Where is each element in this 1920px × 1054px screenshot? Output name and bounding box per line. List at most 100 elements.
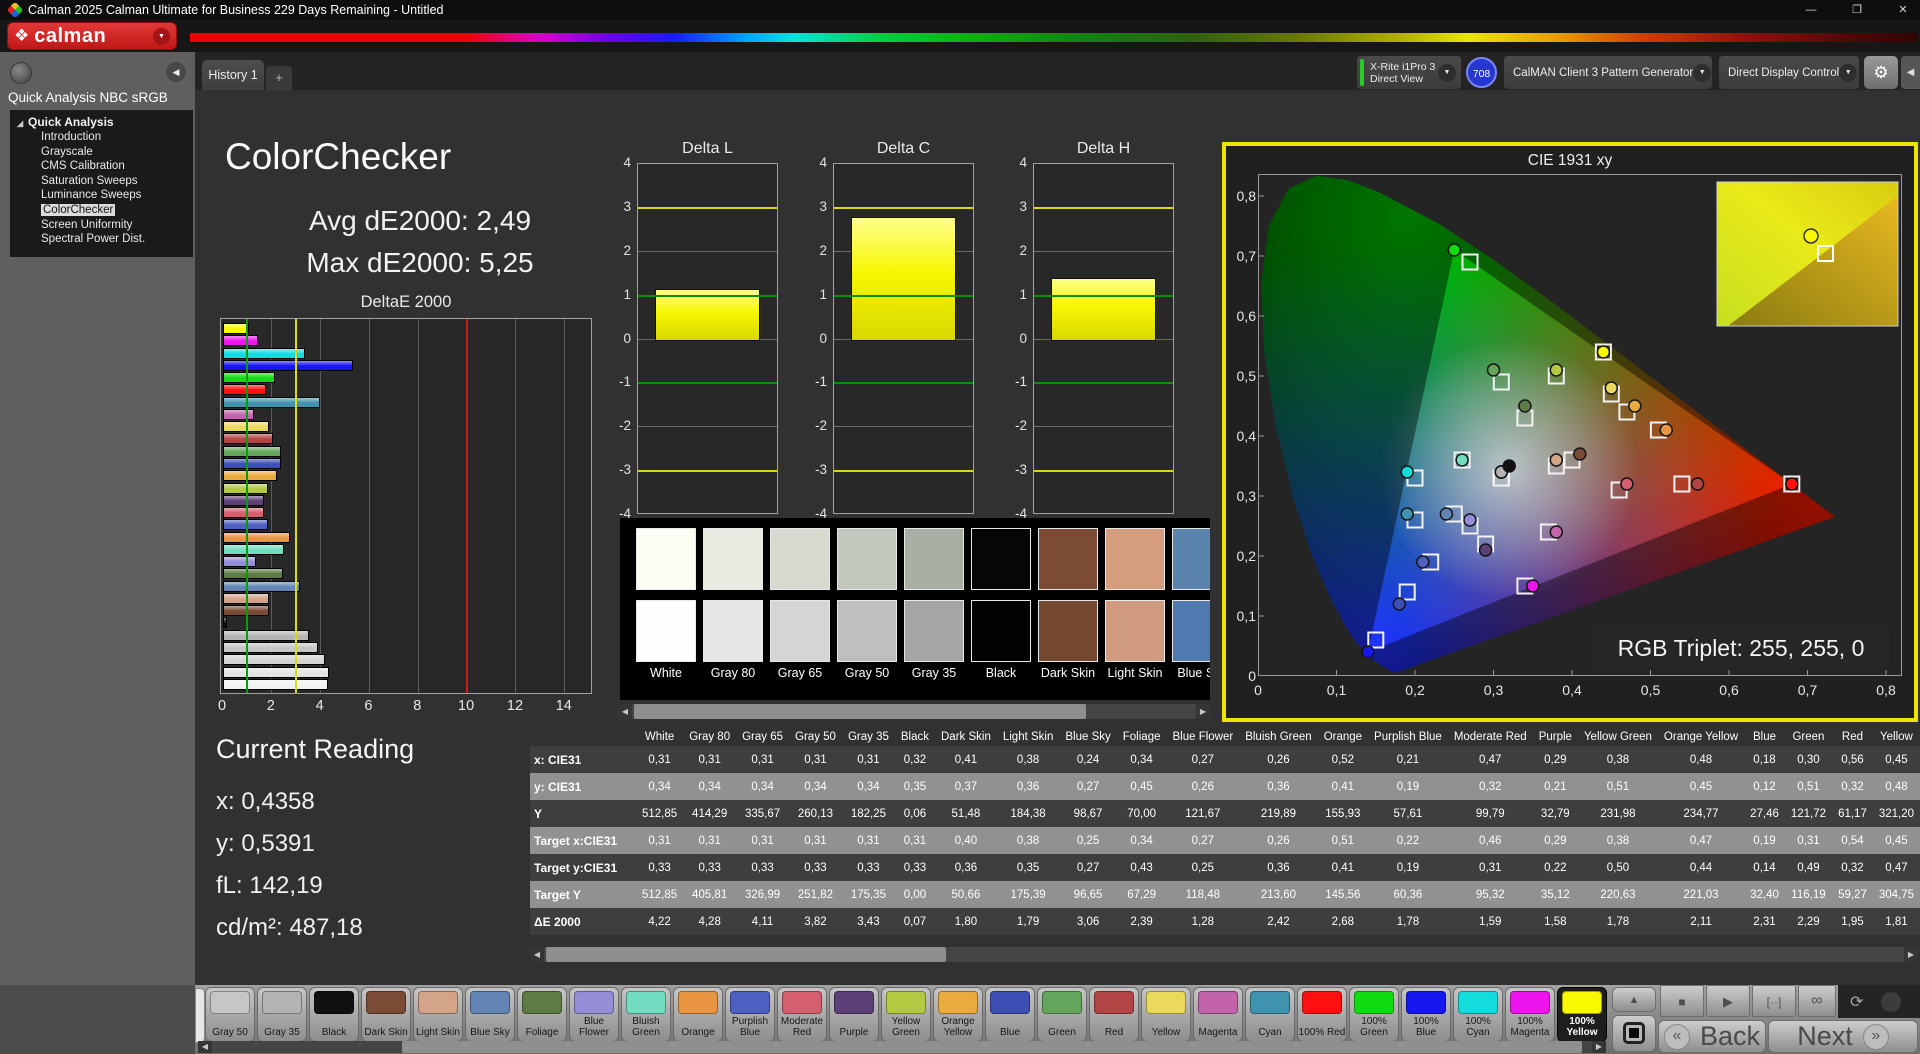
de-bar-gray-80 — [223, 666, 330, 678]
patch-button-cyan[interactable]: Cyan — [1245, 987, 1295, 1042]
patch-button-100-magenta[interactable]: 100% Magenta — [1505, 987, 1555, 1042]
table-row: Target x:CIE31 0,31 0,31 0,31 0,31 0,31 0,31 0,… — [530, 827, 1920, 854]
y-tick-label: 1 — [819, 286, 827, 302]
patch-button-100-red[interactable]: 100% Red — [1297, 987, 1347, 1042]
patch-button-moderate-red[interactable]: Moderate Red — [777, 987, 827, 1042]
patch-button-100-cyan[interactable]: 100% Cyan — [1453, 987, 1503, 1042]
sidebar: ◀ Quick Analysis NBC sRGB ◢ Quick Analys… — [0, 52, 195, 985]
scroll-right-icon[interactable]: ▶ — [1196, 704, 1210, 719]
tab-history-1[interactable]: History 1 — [202, 60, 264, 90]
chevron-down-icon[interactable]: ▼ — [1693, 63, 1712, 82]
next-button[interactable]: Next » — [1768, 1020, 1918, 1053]
warning-line-yellow — [834, 470, 973, 473]
table-scrollbar[interactable]: ◀ ▶ — [530, 947, 1918, 962]
patch-color-swatch — [314, 991, 354, 1014]
scroll-left-icon[interactable]: ◀ — [618, 704, 632, 719]
patch-button-bluish-green[interactable]: Bluish Green — [621, 987, 671, 1042]
patch-button-green[interactable]: Green — [1037, 987, 1087, 1042]
collapse-panel-icon[interactable]: ◀ — [1901, 56, 1920, 89]
scroll-right-icon[interactable]: ▶ — [1904, 947, 1918, 962]
column-header: Bluish Green — [1245, 731, 1312, 743]
patch-button-purplish-blue[interactable]: Purplish Blue — [725, 987, 775, 1042]
pattern-step-icon[interactable]: [··] — [1752, 985, 1796, 1017]
gear-icon[interactable]: ⚙ — [1864, 56, 1898, 89]
pattern-generator-dropdown[interactable]: CalMAN Client 3 Pattern Generator ▼ — [1504, 56, 1712, 89]
restore-icon[interactable]: ❐ — [1836, 0, 1878, 20]
patch-label: Magenta — [1198, 1026, 1238, 1038]
sidebar-item-introduction[interactable]: Introduction — [41, 130, 193, 145]
patch-button-orange-yellow[interactable]: Orange Yellow — [933, 987, 983, 1042]
expander-icon[interactable]: ◢ — [17, 116, 23, 131]
sidebar-collapse-icon[interactable]: ◀ — [166, 62, 186, 82]
stop-icon[interactable]: ■ — [1660, 985, 1704, 1017]
window-title: Calman 2025 Calman Ultimate for Business… — [28, 3, 444, 17]
table-cell: 0,33 — [636, 854, 684, 881]
patch-button-yellow[interactable]: Yellow — [1141, 987, 1191, 1042]
patch-label: Yellow — [1151, 1026, 1181, 1038]
patch-button-yellow-green[interactable]: Yellow Green — [881, 987, 931, 1042]
pattern-window-button[interactable] — [1612, 1015, 1656, 1052]
pattern-scrollbar[interactable]: ◀ ▶ — [198, 1041, 1606, 1053]
calman-menu-button[interactable]: ❖ calman ▼ — [7, 22, 177, 50]
gridline — [515, 319, 517, 693]
patch-button-gray-35[interactable]: Gray 35 — [257, 987, 307, 1042]
sidebar-item-colorchecker[interactable]: ColorChecker — [41, 203, 193, 218]
sidebar-item-saturation-sweeps[interactable]: Saturation Sweeps — [41, 174, 193, 189]
patch-button-foliage[interactable]: Foliage — [517, 987, 567, 1042]
sidebar-item-cms-calibration[interactable]: CMS Calibration — [41, 159, 193, 174]
patch-button-orange[interactable]: Orange — [673, 987, 723, 1042]
pattern-up-icon[interactable]: ▲ — [1612, 987, 1656, 1012]
chevron-down-icon[interactable]: ▼ — [153, 27, 170, 45]
patch-button-magenta[interactable]: Magenta — [1193, 987, 1243, 1042]
chevron-down-icon[interactable]: ▼ — [1438, 63, 1456, 82]
patch-button-blue-flower[interactable]: Blue Flower — [569, 987, 619, 1042]
de-bar-green — [223, 445, 281, 457]
patch-button-purple[interactable]: Purple — [829, 987, 879, 1042]
patch-button-gray-50[interactable]: Gray 50 — [205, 987, 255, 1042]
sidebar-item-grayscale[interactable]: Grayscale — [41, 145, 193, 160]
back-button[interactable]: « Back — [1658, 1020, 1766, 1053]
sidebar-item-luminance-sweeps[interactable]: Luminance Sweeps — [41, 188, 193, 203]
patch-button-blue[interactable]: Blue — [985, 987, 1035, 1042]
patch-button-black[interactable]: Black — [309, 987, 359, 1042]
tree-root-quick-analysis[interactable]: ◢ Quick Analysis — [17, 115, 193, 130]
chevron-down-icon[interactable]: ▼ — [1839, 63, 1858, 82]
swatch-scrollbar[interactable]: ◀ ▶ — [618, 704, 1210, 719]
continuous-measure-icon[interactable]: ∞ — [1798, 985, 1836, 1017]
patch-button-dark-skin[interactable]: Dark Skin — [361, 987, 411, 1042]
table-cell: 0,27 — [1166, 827, 1240, 854]
calman-logo-text: calman — [34, 24, 107, 47]
play-icon[interactable]: ▶ — [1706, 985, 1750, 1017]
scroll-left-icon[interactable]: ◀ — [198, 1041, 212, 1053]
sidebar-item-screen-uniformity[interactable]: Screen Uniformity — [41, 218, 193, 233]
minimize-icon[interactable]: — — [1790, 0, 1832, 20]
actual-swatch-gray-65 — [770, 528, 830, 590]
patch-button-100-yellow[interactable]: 100% Yellow — [1557, 987, 1607, 1042]
table-cell: 116,19 — [1784, 881, 1833, 908]
table-cell: 0,32 — [1447, 773, 1533, 800]
scrollbar-thumb[interactable] — [402, 1041, 1582, 1053]
scroll-left-icon[interactable]: ◀ — [530, 947, 544, 962]
target-line-green — [638, 382, 777, 385]
sidebar-item-spectral-power-dist-[interactable]: Spectral Power Dist. — [41, 232, 193, 247]
patch-button-100-green[interactable]: 100% Green — [1349, 987, 1399, 1042]
scrollbar-thumb[interactable] — [546, 947, 946, 962]
add-tab-button[interactable]: + — [266, 66, 292, 90]
table-cell: 0,33 — [683, 854, 737, 881]
refresh-icon[interactable]: ⟳ — [1850, 992, 1863, 1012]
table-cell: 99,79 — [1447, 800, 1533, 827]
patch-button-100-blue[interactable]: 100% Blue — [1401, 987, 1451, 1042]
patch-button-light-skin[interactable]: Light Skin — [413, 987, 463, 1042]
scrollbar-thumb[interactable] — [634, 704, 1086, 719]
patch-button-blue-sky[interactable]: Blue Sky — [465, 987, 515, 1042]
meter-badge[interactable]: 708 — [1466, 57, 1497, 88]
workflow-radio-icon[interactable] — [10, 62, 32, 84]
patch-button-red[interactable]: Red — [1089, 987, 1139, 1042]
display-control-dropdown[interactable]: Direct Display Control ▼ — [1719, 56, 1859, 89]
de-bar-100-magenta — [223, 335, 258, 347]
scroll-right-icon[interactable]: ▶ — [1592, 1041, 1606, 1053]
gridline — [564, 319, 566, 693]
close-icon[interactable]: ✕ — [1882, 0, 1920, 20]
meter-dropdown[interactable]: X-Rite i1Pro 3 Direct View ▼ — [1357, 56, 1461, 89]
patch-button-partial[interactable] — [195, 988, 205, 1043]
